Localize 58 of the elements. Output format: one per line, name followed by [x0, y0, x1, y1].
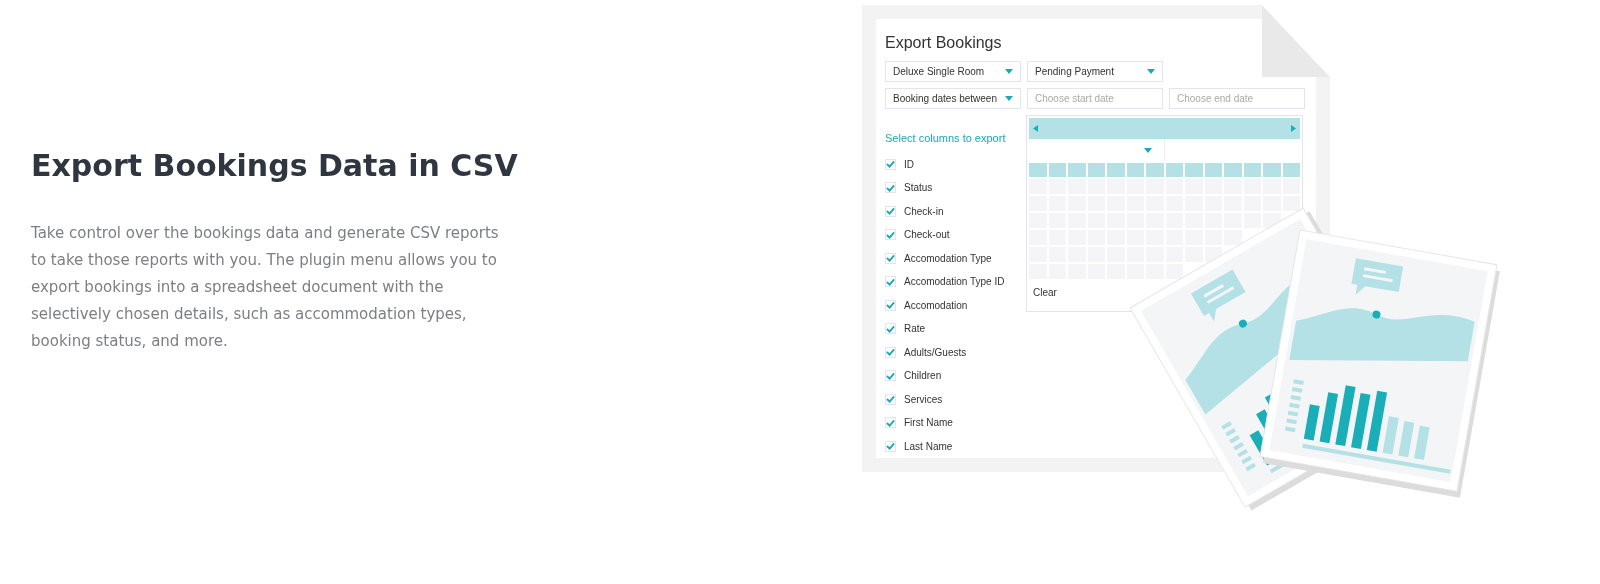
column-label: Accomodation Type: [904, 251, 992, 266]
checkbox[interactable]: [885, 229, 896, 241]
weekday-header-cell: [1107, 163, 1125, 177]
weekday-header-cell: [1185, 163, 1203, 177]
checkbox[interactable]: [885, 158, 896, 170]
checkbox[interactable]: [885, 417, 896, 429]
column-label: Last Name: [904, 439, 953, 454]
checkbox[interactable]: [885, 393, 896, 405]
columns-heading: Select columns to export: [885, 131, 1007, 146]
checkbox[interactable]: [885, 370, 896, 382]
weekday-header-cell: [1243, 163, 1261, 177]
weekday-header-cell: [1146, 163, 1164, 177]
weekday-header-cell: [1282, 163, 1300, 177]
weekday-header-cell: [1029, 163, 1047, 177]
checkbox[interactable]: [885, 276, 896, 288]
weekday-header-cell: [1068, 163, 1086, 177]
clear-button[interactable]: Clear: [1033, 285, 1057, 300]
weekday-header-cell: [1263, 163, 1281, 177]
column-label: Accomodation: [904, 298, 968, 313]
date-field[interactable]: Choose end date: [1169, 88, 1305, 109]
column-label: First Name: [904, 416, 953, 431]
column-label: Children: [904, 369, 942, 384]
dropdown-select[interactable]: Booking dates between: [885, 88, 1021, 109]
weekday-header-cell: [1048, 163, 1066, 177]
dropdown-select[interactable]: Pending Payment: [1027, 61, 1163, 82]
next-month-icon[interactable]: [1291, 125, 1296, 133]
column-label: Check-out: [904, 228, 950, 243]
checkbox[interactable]: [885, 182, 896, 194]
section-description: Take control over the bookings data and generate CSV reports to take those reports with you. The plugin menu allows you to export bookings into a spreadsheet document with the selectively chosen details, such as accommodation types, booking status, and more.: [31, 223, 500, 352]
weekday-header-cell: [1224, 163, 1242, 177]
previous-month-icon[interactable]: [1033, 125, 1038, 133]
column-label: Services: [904, 392, 943, 407]
checkbox[interactable]: [885, 252, 896, 264]
caret-icon: [1005, 69, 1013, 74]
checkbox[interactable]: [885, 440, 896, 452]
checkbox[interactable]: [885, 346, 896, 358]
weekday-header-cell: [1204, 163, 1222, 177]
checkbox[interactable]: [885, 205, 896, 217]
weekday-header-cell: [1126, 163, 1144, 177]
column-label: Status: [904, 181, 933, 196]
card-title: Export Bookings: [885, 33, 1003, 53]
weekday-header-cell: [1165, 163, 1183, 177]
weekday-header-cell: [1087, 163, 1105, 177]
column-label: Adults/Guests: [904, 345, 967, 360]
column-label: ID: [904, 157, 914, 172]
column-label: Check-in: [904, 204, 944, 219]
date-field[interactable]: Choose start date: [1027, 88, 1163, 109]
column-label: Rate: [904, 322, 926, 337]
calendar-day-cell[interactable]: [1282, 196, 1300, 211]
checkbox[interactable]: [885, 323, 896, 335]
column-label: Accomodation Type ID: [904, 275, 1005, 290]
dropdown-select[interactable]: Deluxe Single Room: [885, 61, 1021, 82]
caret-icon: [1144, 147, 1152, 153]
caret-icon: [1005, 96, 1013, 101]
checkbox[interactable]: [885, 299, 896, 311]
calendar-day-cell[interactable]: [1165, 264, 1183, 279]
caret-icon: [1147, 69, 1155, 74]
section-heading: Export Bookings Data in CSV: [31, 147, 519, 185]
